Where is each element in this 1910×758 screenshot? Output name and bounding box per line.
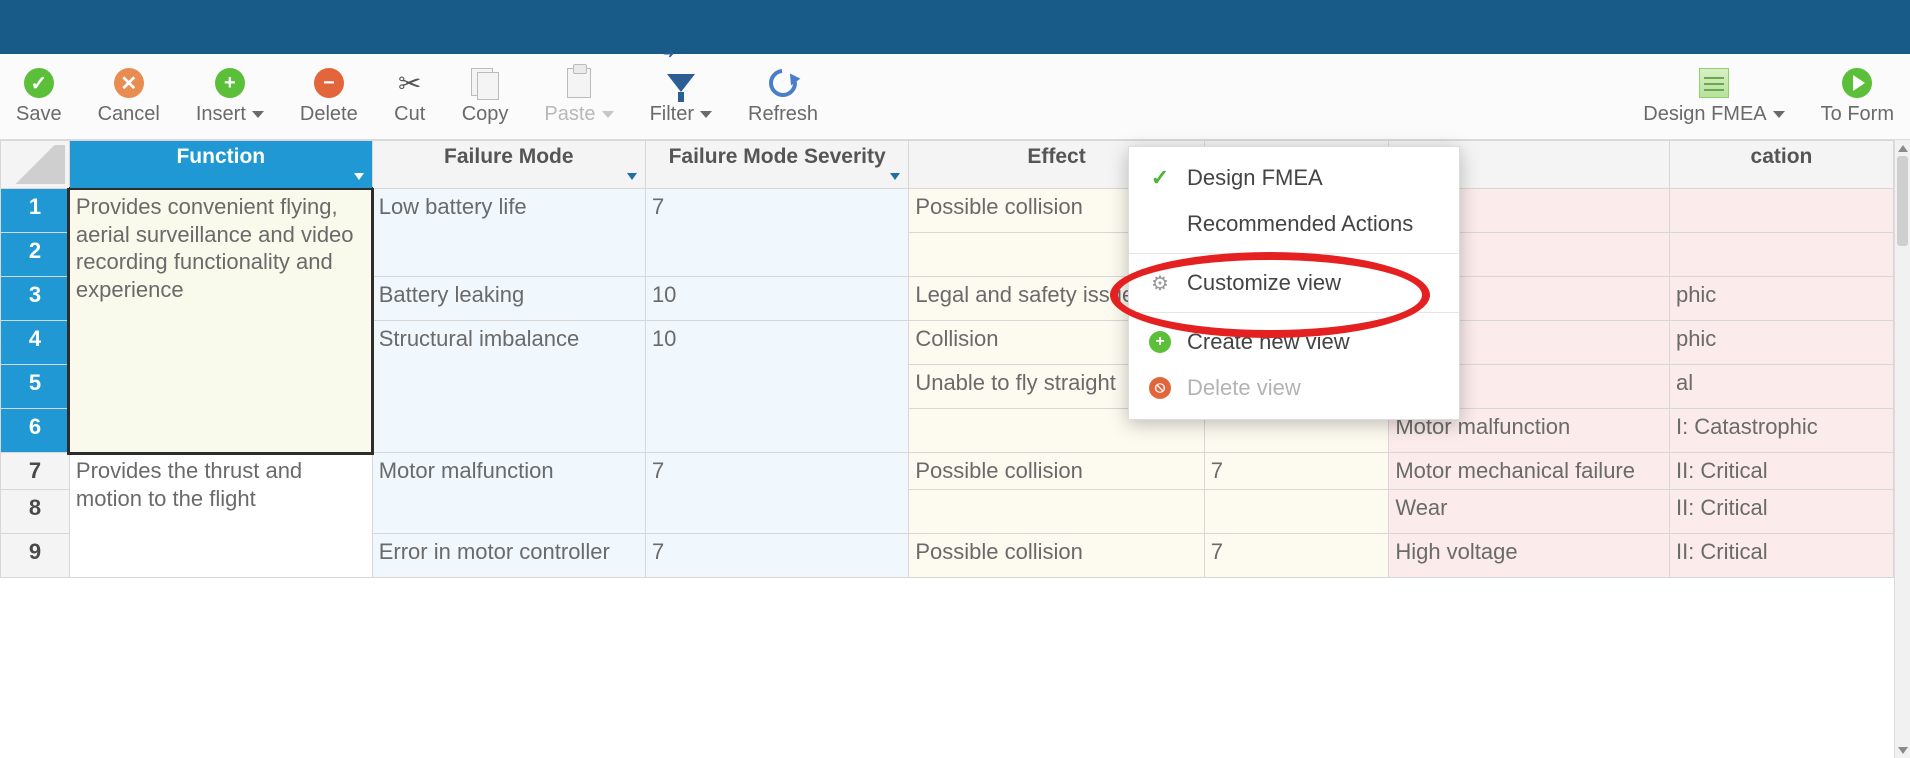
scroll-up-icon[interactable] bbox=[1895, 140, 1910, 156]
filter-icon[interactable] bbox=[627, 173, 637, 180]
plus-icon: + bbox=[1149, 331, 1171, 353]
gear-icon: ⚙ bbox=[1151, 271, 1169, 296]
cell[interactable]: al bbox=[1669, 365, 1893, 409]
cell[interactable]: 7 bbox=[1204, 453, 1389, 490]
cell[interactable]: High voltage bbox=[1389, 533, 1670, 577]
scissors-icon: ✂ bbox=[398, 67, 421, 100]
caret-down-icon bbox=[602, 111, 614, 118]
cell-function-1[interactable]: Provides convenient flying, aerial surve… bbox=[69, 189, 372, 453]
copy-button[interactable]: Copy bbox=[462, 67, 509, 126]
play-icon bbox=[1842, 68, 1872, 98]
filter-icon[interactable] bbox=[354, 173, 364, 180]
app-header-bar bbox=[0, 0, 1910, 54]
view-dropdown-menu: ✓ Design FMEA Recommended Actions ⚙ Cust… bbox=[1128, 146, 1460, 420]
cell[interactable] bbox=[909, 489, 1204, 533]
cell[interactable]: I: Catastrophic bbox=[1669, 409, 1893, 453]
menu-item-design-fmea[interactable]: ✓ Design FMEA bbox=[1129, 155, 1459, 201]
row-header-4[interactable]: 4 bbox=[1, 321, 70, 365]
cell[interactable]: 7 bbox=[645, 453, 908, 534]
cell[interactable]: Motor malfunction bbox=[372, 453, 645, 534]
to-form-button[interactable]: To Form bbox=[1821, 67, 1894, 126]
select-all-corner[interactable] bbox=[1, 141, 70, 189]
funnel-icon bbox=[667, 74, 695, 92]
caret-down-icon bbox=[700, 111, 712, 118]
menu-item-delete-view[interactable]: ⦸ Delete view bbox=[1129, 365, 1459, 411]
cell[interactable] bbox=[1669, 189, 1893, 233]
cell[interactable]: II: Critical bbox=[1669, 489, 1893, 533]
refresh-icon bbox=[763, 63, 802, 102]
check-icon: ✓ bbox=[24, 68, 54, 98]
cell[interactable]: Low battery life bbox=[372, 189, 645, 277]
insert-button[interactable]: + Insert bbox=[196, 67, 264, 126]
col-failure-mode-severity[interactable]: Failure Mode Severity bbox=[645, 141, 908, 189]
cell[interactable]: Battery leaking bbox=[372, 277, 645, 321]
cell[interactable] bbox=[1669, 233, 1893, 277]
cell[interactable]: II: Critical bbox=[1669, 453, 1893, 490]
caret-down-icon bbox=[252, 111, 264, 118]
row-header-5[interactable]: 5 bbox=[1, 365, 70, 409]
toolbar: ✓ Save ✕ Cancel + Insert − Delete ✂ Cut … bbox=[0, 54, 1910, 140]
cell[interactable]: Possible collision bbox=[909, 453, 1204, 490]
worksheet[interactable]: Function Failure Mode Failure Mode Sever… bbox=[0, 140, 1894, 758]
row-header-8[interactable]: 8 bbox=[1, 489, 70, 533]
spreadsheet-icon bbox=[1699, 68, 1729, 98]
row-header-1[interactable]: 1 bbox=[1, 189, 70, 233]
cell[interactable]: 7 bbox=[645, 533, 908, 577]
cell[interactable] bbox=[1204, 489, 1389, 533]
cell[interactable]: Motor mechanical failure bbox=[1389, 453, 1670, 490]
arrow-icon: ➜ bbox=[663, 45, 675, 62]
cell[interactable]: 10 bbox=[645, 321, 908, 453]
caret-down-icon bbox=[1773, 111, 1785, 118]
col-failure-mode[interactable]: Failure Mode bbox=[372, 141, 645, 189]
cell[interactable]: 7 bbox=[645, 189, 908, 277]
cell[interactable]: 7 bbox=[1204, 533, 1389, 577]
row-header-2[interactable]: 2 bbox=[1, 233, 70, 277]
col-function[interactable]: Function bbox=[69, 141, 372, 189]
copy-icon bbox=[471, 68, 499, 98]
clipboard-icon bbox=[567, 68, 591, 98]
cancel-button[interactable]: ✕ Cancel bbox=[98, 67, 160, 126]
menu-item-create-new-view[interactable]: + Create new view bbox=[1129, 319, 1459, 365]
cell[interactable]: Possible collision bbox=[909, 533, 1204, 577]
x-icon: ✕ bbox=[114, 68, 144, 98]
forbid-icon: ⦸ bbox=[1149, 377, 1171, 399]
cell-function-2[interactable]: Provides the thrust and motion to the fl… bbox=[69, 453, 372, 578]
refresh-button[interactable]: Refresh bbox=[748, 67, 818, 126]
filter-icon[interactable] bbox=[890, 173, 900, 180]
menu-separator bbox=[1129, 253, 1459, 254]
menu-item-customize-view[interactable]: ⚙ Customize view bbox=[1129, 260, 1459, 306]
col-classification[interactable]: cation bbox=[1669, 141, 1893, 189]
cell[interactable]: phic bbox=[1669, 321, 1893, 365]
row-header-6[interactable]: 6 bbox=[1, 409, 70, 453]
paste-button[interactable]: Paste bbox=[544, 67, 613, 126]
row-header-7[interactable]: 7 bbox=[1, 453, 70, 490]
cell[interactable]: II: Critical bbox=[1669, 533, 1893, 577]
minus-icon: − bbox=[314, 68, 344, 98]
row-header-3[interactable]: 3 bbox=[1, 277, 70, 321]
cell[interactable]: 10 bbox=[645, 277, 908, 321]
view-selector[interactable]: Design FMEA bbox=[1643, 67, 1784, 126]
scroll-thumb[interactable] bbox=[1897, 156, 1908, 246]
check-icon: ✓ bbox=[1151, 165, 1169, 191]
cell[interactable]: Error in motor controller bbox=[372, 533, 645, 577]
row-header-9[interactable]: 9 bbox=[1, 533, 70, 577]
filter-button[interactable]: ➜ Filter bbox=[650, 67, 712, 126]
cell[interactable]: Wear bbox=[1389, 489, 1670, 533]
menu-separator bbox=[1129, 312, 1459, 313]
cut-button[interactable]: ✂ Cut bbox=[394, 67, 426, 126]
plus-icon: + bbox=[215, 68, 245, 98]
menu-item-recommended-actions[interactable]: Recommended Actions bbox=[1129, 201, 1459, 247]
cell[interactable]: phic bbox=[1669, 277, 1893, 321]
delete-button[interactable]: − Delete bbox=[300, 67, 358, 126]
cell[interactable]: Structural imbalance bbox=[372, 321, 645, 453]
vertical-scrollbar[interactable] bbox=[1894, 140, 1910, 758]
save-button[interactable]: ✓ Save bbox=[16, 67, 62, 126]
